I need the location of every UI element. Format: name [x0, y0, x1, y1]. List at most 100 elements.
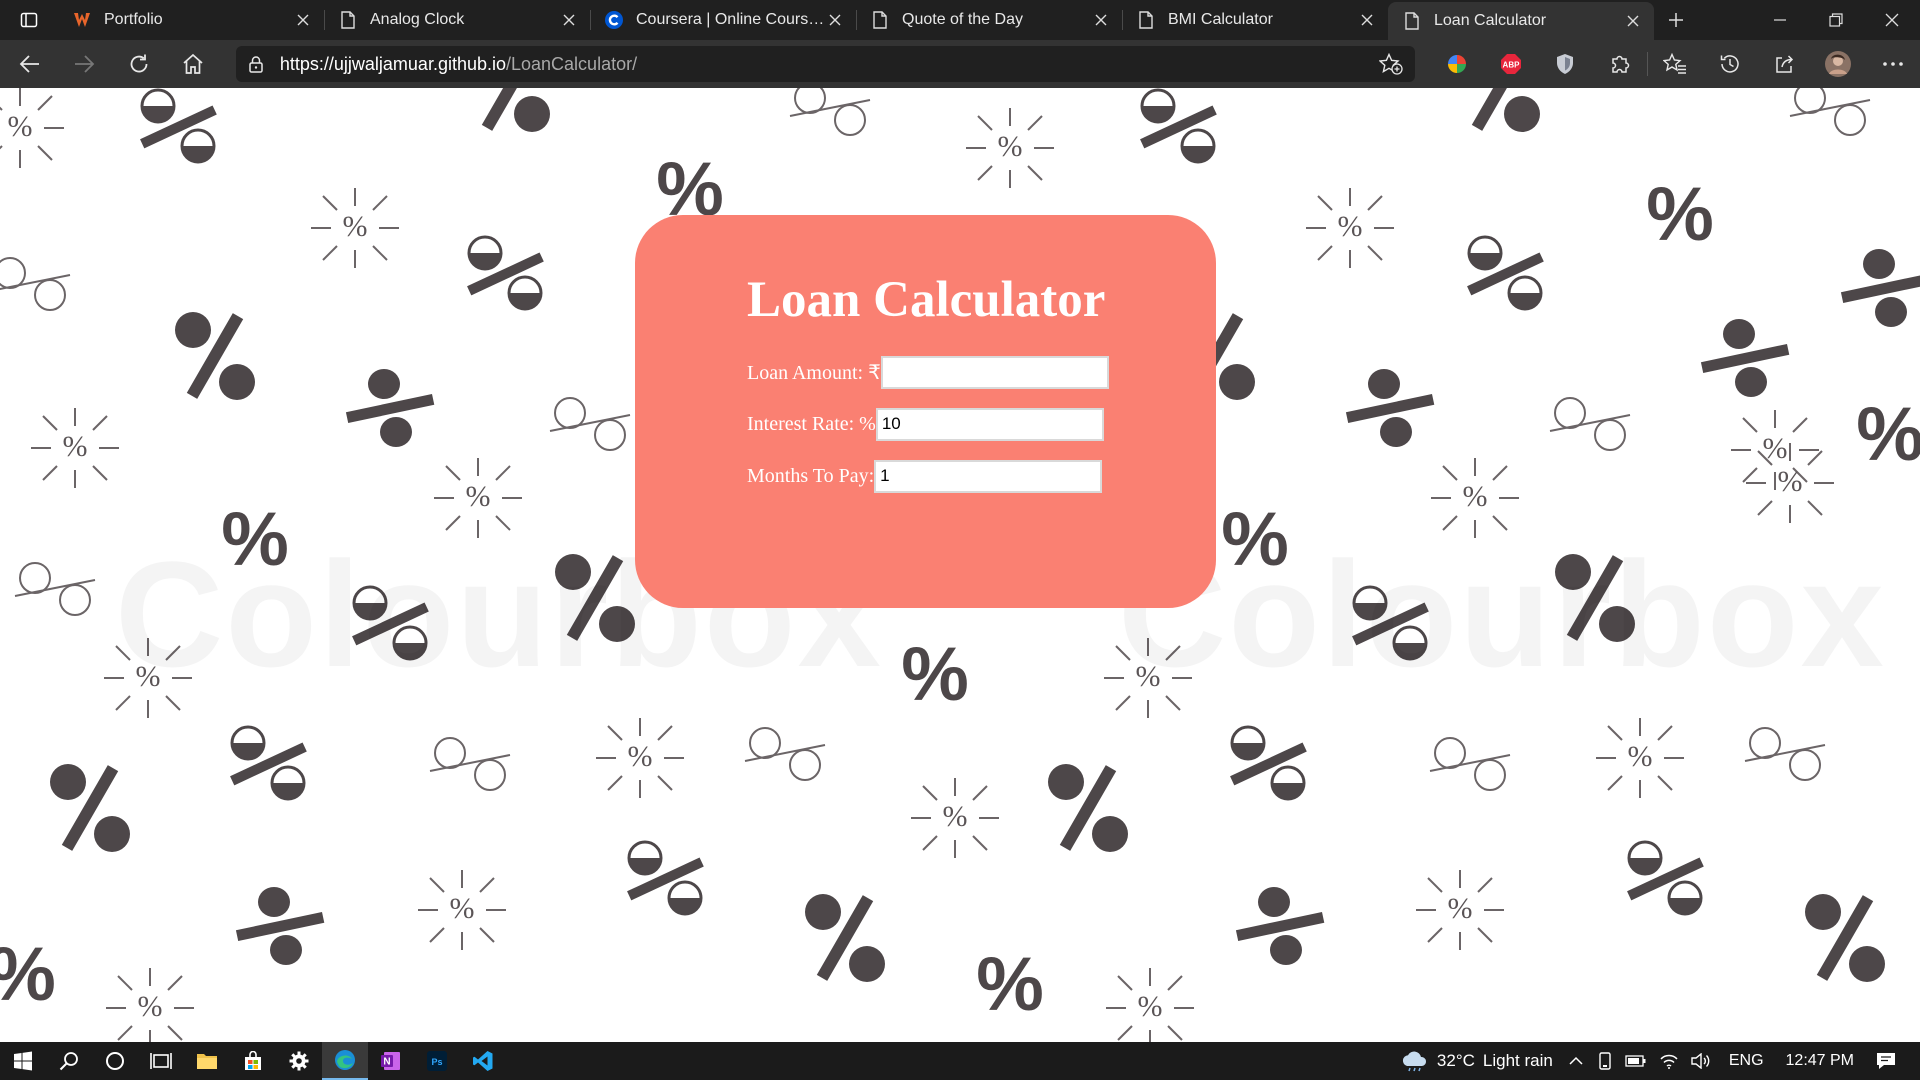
home-button[interactable] [168, 44, 217, 84]
tab-title: BMI Calculator [1168, 11, 1273, 28]
close-window-button[interactable] [1864, 0, 1920, 40]
history-button[interactable] [1702, 44, 1756, 84]
svg-text:N: N [383, 1057, 390, 1068]
page-icon [338, 10, 358, 30]
interest-rate-row: Interest Rate: % [747, 407, 1216, 441]
battery-icon[interactable] [1625, 1055, 1647, 1067]
device-icon[interactable] [1597, 1052, 1613, 1070]
page-title: Loan Calculator [747, 272, 1106, 328]
cloud-rain-icon [1402, 1051, 1426, 1072]
page-icon [1136, 10, 1156, 30]
loan-amount-input[interactable] [880, 355, 1109, 389]
watermark-text: Colourbox [1118, 528, 1886, 701]
windows-taskbar: N Ps 32°C Light rain ENG 12:47 PM [0, 1042, 1920, 1080]
shield-extension-icon[interactable] [1538, 44, 1592, 84]
window-controls [1752, 0, 1920, 40]
profile-avatar[interactable] [1811, 44, 1865, 84]
tab-coursera[interactable]: Coursera | Online Courses & Credentials … [590, 0, 856, 40]
coursera-favicon-icon [604, 10, 624, 30]
tab-bmi-calculator[interactable]: BMI Calculator [1122, 0, 1388, 40]
tab-title: Analog Clock [370, 11, 465, 28]
page-viewport: % % [0, 88, 1920, 1042]
tab-portfolio[interactable]: Portfolio [58, 0, 324, 40]
tab-title: Portfolio [104, 11, 163, 28]
svg-text:ABP: ABP [1503, 61, 1521, 70]
minimize-icon [1774, 19, 1786, 21]
loan-calculator-card: Loan Calculator Loan Amount: ₹ Interest … [635, 215, 1216, 608]
interest-rate-input[interactable] [875, 407, 1104, 441]
file-explorer-button[interactable] [184, 1042, 230, 1080]
chevron-up-icon[interactable] [1569, 1056, 1583, 1066]
clock-time[interactable]: 12:47 PM [1786, 1052, 1854, 1070]
refresh-icon [130, 54, 148, 73]
extension-colorful-icon[interactable] [1429, 44, 1483, 84]
address-bar[interactable]: https://ujjwaljamuar.github.io/LoanCalcu… [235, 46, 1416, 82]
refresh-button[interactable] [114, 44, 163, 84]
share-button[interactable] [1757, 44, 1811, 84]
task-view-button[interactable] [138, 1042, 184, 1080]
close-icon[interactable] [560, 11, 578, 29]
url-text: https://ujjwaljamuar.github.io/LoanCalcu… [280, 54, 1379, 75]
browser-tab-bar: Portfolio Analog Clock Coursera | Online… [0, 0, 1920, 40]
puzzle-icon [1612, 55, 1629, 73]
settings-button[interactable] [276, 1042, 322, 1080]
browser-toolbar: https://ujjwaljamuar.github.io/LoanCalcu… [0, 40, 1920, 88]
onenote-button[interactable]: N [368, 1042, 414, 1080]
forward-button[interactable] [59, 44, 108, 84]
page-icon [1402, 11, 1422, 31]
close-icon[interactable] [826, 11, 844, 29]
extensions-button[interactable] [1593, 44, 1647, 84]
system-tray: 32°C Light rain ENG 12:47 PM [1399, 1050, 1920, 1072]
close-icon[interactable] [1624, 12, 1642, 30]
start-button[interactable] [0, 1042, 46, 1080]
url-host: https://ujjwaljamuar.github.io [279, 53, 506, 74]
wifi-icon[interactable] [1659, 1053, 1679, 1069]
arrow-left-icon [19, 55, 39, 73]
tab-quote-of-the-day[interactable]: Quote of the Day [856, 0, 1122, 40]
share-icon [1776, 55, 1794, 73]
favorites-icon [1663, 53, 1687, 74]
tab-actions-icon [20, 12, 38, 28]
arrow-right-icon [75, 55, 95, 73]
close-icon[interactable] [1092, 11, 1110, 29]
svg-text:Ps: Ps [431, 1057, 442, 1067]
settings-more-button[interactable] [1866, 44, 1920, 84]
search-button[interactable] [46, 1042, 92, 1080]
tab-loan-calculator[interactable]: Loan Calculator [1388, 2, 1654, 40]
volume-icon[interactable] [1691, 1053, 1711, 1069]
favorites-button[interactable] [1648, 44, 1702, 84]
tab-actions-button[interactable] [0, 0, 58, 40]
edge-button[interactable] [322, 1042, 368, 1080]
interest-rate-label: Interest Rate: % [747, 412, 876, 435]
folder-icon [197, 1054, 217, 1069]
store-button[interactable] [230, 1042, 276, 1080]
language-indicator[interactable]: ENG [1729, 1052, 1764, 1070]
photoshop-button[interactable]: Ps [414, 1042, 460, 1080]
cortana-button[interactable] [92, 1042, 138, 1080]
windows-logo-icon [14, 1051, 32, 1071]
loan-amount-row: Loan Amount: ₹ [747, 355, 1216, 389]
loan-amount-label: Loan Amount: ₹ [747, 361, 881, 384]
back-button[interactable] [5, 44, 54, 84]
plus-icon [1669, 13, 1683, 27]
tab-title: Coursera | Online Courses & Credentials … [636, 11, 826, 28]
close-icon[interactable] [294, 11, 312, 29]
page-icon [870, 10, 890, 30]
edge-icon [335, 1050, 355, 1070]
months-to-pay-input[interactable] [874, 459, 1103, 493]
tab-title: Loan Calculator [1434, 12, 1547, 29]
minimize-button[interactable] [1752, 0, 1808, 40]
search-icon [59, 1052, 78, 1071]
restore-button[interactable] [1808, 0, 1864, 40]
months-to-pay-row: Months To Pay: [747, 459, 1216, 493]
lock-icon [249, 56, 263, 73]
adblock-plus-icon[interactable]: ABP [1484, 44, 1538, 84]
notifications-icon[interactable] [1876, 1051, 1896, 1071]
weather-description[interactable]: Light rain [1483, 1051, 1553, 1071]
add-favorite-icon[interactable] [1379, 53, 1403, 75]
tab-analog-clock[interactable]: Analog Clock [324, 0, 590, 40]
new-tab-button[interactable] [1654, 0, 1698, 40]
vscode-button[interactable] [460, 1042, 506, 1080]
weather-temperature[interactable]: 32°C [1437, 1051, 1475, 1071]
close-icon[interactable] [1358, 11, 1376, 29]
